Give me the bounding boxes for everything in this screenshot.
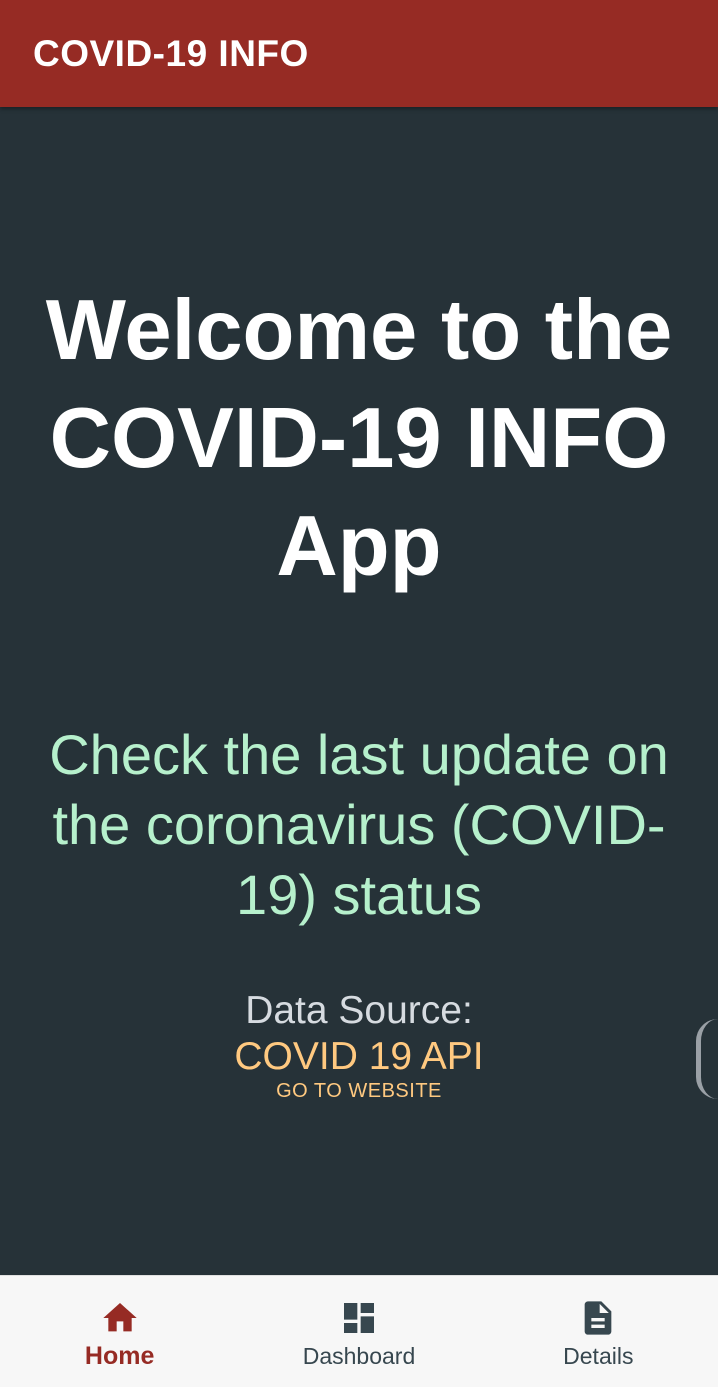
nav-item-dashboard[interactable]: Dashboard <box>239 1276 478 1387</box>
home-icon <box>102 1303 137 1332</box>
nav-label-details: Details <box>563 1343 634 1369</box>
welcome-subtitle: Check the last update on the coronavirus… <box>49 723 669 926</box>
nav-label-home: Home <box>84 1342 155 1370</box>
go-to-website-button[interactable]: GO TO WEBSITE <box>0 1078 718 1104</box>
welcome-heading: Welcome to the COVID-19 INFO App <box>45 283 673 594</box>
edge-swipe-handle[interactable] <box>696 1019 718 1099</box>
dashboard-icon <box>343 1303 374 1333</box>
home-content: Welcome to the COVID-19 INFO App Check t… <box>0 107 718 1275</box>
bottom-navigation: Home Dashboard Details <box>0 1275 718 1387</box>
nav-label-dashboard: Dashboard <box>302 1343 416 1369</box>
data-source-label: Data Source: <box>245 989 473 1032</box>
data-source-name[interactable]: COVID 19 API <box>0 1033 718 1081</box>
nav-item-home[interactable]: Home <box>0 1276 239 1387</box>
nav-item-details[interactable]: Details <box>479 1276 718 1387</box>
document-icon <box>584 1301 612 1335</box>
app-title: COVID-19 INFO <box>33 32 309 74</box>
app-bar: COVID-19 INFO <box>0 0 718 107</box>
